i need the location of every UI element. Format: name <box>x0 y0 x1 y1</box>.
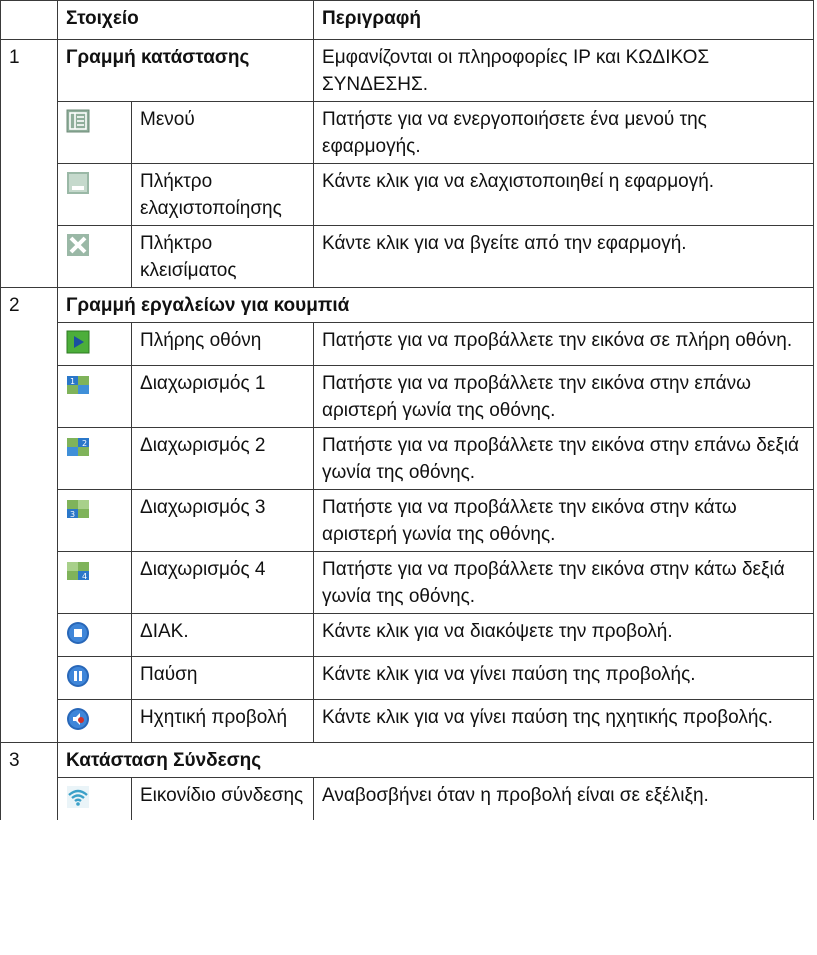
item-description: Πατήστε για να προβάλλετε την εικόνα στη… <box>313 427 815 490</box>
item-name: Πλήκτρο κλεισίματος <box>130 225 315 288</box>
item-description: Αναβοσβήνει όταν η προβολή είναι σε εξέλ… <box>313 777 815 820</box>
section-row-2: 2 Γραμμή εργαλείων για κουμπιά <box>0 287 815 323</box>
item-name: Ηχητική προβολή <box>130 699 315 743</box>
item-name: Διαχωρισμός 2 <box>130 427 315 490</box>
close-icon <box>57 225 132 288</box>
svg-text:2: 2 <box>82 439 87 448</box>
table-row: Εικονίδιο σύνδεσης Αναβοσβήνει όταν η πρ… <box>0 777 815 820</box>
table-row: ΔΙΑΚ. Κάντε κλικ για να διακόψετε την πρ… <box>0 613 815 657</box>
svg-text:4: 4 <box>82 572 87 581</box>
description-header: Περιγραφή <box>313 0 815 40</box>
wifi-connection-icon <box>57 777 132 820</box>
item-description: Κάντε κλικ για να ελαχιστοποιηθεί η εφαρ… <box>313 163 815 226</box>
item-name: Εικονίδιο σύνδεσης <box>130 777 315 820</box>
item-description: Κάντε κλικ για να γίνει παύση της ηχητικ… <box>313 699 815 743</box>
section-title: Κατάσταση Σύνδεσης <box>56 742 815 778</box>
item-name: Διαχωρισμός 4 <box>130 551 315 614</box>
section-number: 2 <box>0 287 58 323</box>
table-row: Μενού Πατήστε για να ενεργοποιήσετε ένα … <box>0 101 815 164</box>
item-name: Διαχωρισμός 3 <box>130 489 315 552</box>
item-name: Μενού <box>130 101 315 164</box>
item-name: Πλήρης οθόνη <box>130 322 315 366</box>
table-row: Πλήκτρο ελαχιστοποίησης Κάντε κλικ για ν… <box>0 163 815 226</box>
split-4-icon: 4 <box>57 551 132 614</box>
item-name: ΔΙΑΚ. <box>130 613 315 657</box>
section-title: Γραμμή κατάστασης <box>56 39 315 102</box>
section-row-1: 1 Γραμμή κατάστασης Εμφανίζονται οι πληρ… <box>0 39 815 102</box>
item-description: Πατήστε για να ενεργοποιήσετε ένα μενού … <box>313 101 815 164</box>
section-number: 1 <box>0 39 58 102</box>
item-description: Κάντε κλικ για να βγείτε από την εφαρμογ… <box>313 225 815 288</box>
section-number: 3 <box>0 742 58 778</box>
item-description: Πατήστε για να προβάλλετε την εικόνα στη… <box>313 551 815 614</box>
table-row: Ηχητική προβολή Κάντε κλικ για να γίνει … <box>0 699 815 743</box>
item-description: Πατήστε για να προβάλλετε την εικόνα σε … <box>313 322 815 366</box>
pause-icon <box>57 656 132 700</box>
item-name: Πλήκτρο ελαχιστοποίησης <box>130 163 315 226</box>
item-description: Κάντε κλικ για να γίνει παύση της προβολ… <box>313 656 815 700</box>
section-row-3: 3 Κατάσταση Σύνδεσης <box>0 742 815 778</box>
table-row: 3 Διαχωρισμός 3 Πατήστε για να προβάλλετ… <box>0 489 815 552</box>
table-row: 1 Διαχωρισμός 1 Πατήστε για να προβάλλετ… <box>0 365 815 428</box>
table-row: Πλήκτρο κλεισίματος Κάντε κλικ για να βγ… <box>0 225 815 288</box>
table-row: 4 Διαχωρισμός 4 Πατήστε για να προβάλλετ… <box>0 551 815 614</box>
minimize-icon <box>57 163 132 226</box>
section-title: Γραμμή εργαλείων για κουμπιά <box>56 287 815 323</box>
section-description: Εμφανίζονται οι πληροφορίες IP και ΚΩΔΙΚ… <box>313 39 815 102</box>
item-name: Παύση <box>130 656 315 700</box>
split-2-icon: 2 <box>57 427 132 490</box>
audio-projection-icon <box>57 699 132 743</box>
item-description: Κάντε κλικ για να διακόψετε την προβολή. <box>313 613 815 657</box>
menu-icon <box>57 101 132 164</box>
table-header-row: Στοιχείο Περιγραφή <box>0 0 815 40</box>
play-fullscreen-icon <box>57 322 132 366</box>
table-row: Παύση Κάντε κλικ για να γίνει παύση της … <box>0 656 815 700</box>
item-header: Στοιχείο <box>56 0 315 40</box>
svg-text:3: 3 <box>70 510 75 519</box>
split-3-icon: 3 <box>57 489 132 552</box>
item-name: Διαχωρισμός 1 <box>130 365 315 428</box>
item-description: Πατήστε για να προβάλλετε την εικόνα στη… <box>313 489 815 552</box>
table-row: Πλήρης οθόνη Πατήστε για να προβάλλετε τ… <box>0 322 815 366</box>
split-1-icon: 1 <box>57 365 132 428</box>
number-header <box>0 0 58 40</box>
items-table: Στοιχείο Περιγραφή 1 Γραμμή κατάστασης Ε… <box>0 0 815 820</box>
table-row: 2 Διαχωρισμός 2 Πατήστε για να προβάλλετ… <box>0 427 815 490</box>
item-description: Πατήστε για να προβάλλετε την εικόνα στη… <box>313 365 815 428</box>
svg-text:1: 1 <box>70 377 75 386</box>
stop-icon <box>57 613 132 657</box>
